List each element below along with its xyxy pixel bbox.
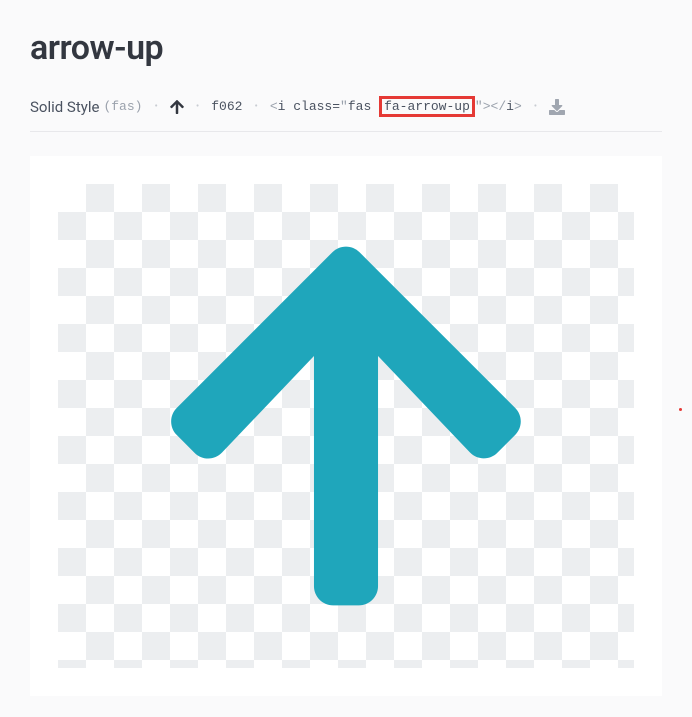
separator-dot: •	[530, 101, 541, 112]
separator-dot: •	[150, 101, 161, 112]
code-quote: "	[475, 99, 483, 114]
style-name: Solid Style	[30, 98, 99, 116]
code-class-name: fa-arrow-up	[384, 99, 470, 114]
checker-background	[58, 184, 634, 668]
separator-dot: •	[250, 101, 261, 112]
page-title: arrow-up	[30, 28, 662, 68]
code-lt: <	[270, 99, 278, 114]
highlight-class-name: fa-arrow-up	[379, 96, 475, 117]
code-end-open: </	[491, 99, 507, 114]
code-prefix: fas	[348, 99, 379, 114]
arrow-up-icon	[170, 99, 184, 115]
icon-preview-panel	[30, 156, 662, 696]
meta-row: Solid Style (fas) • • f062 • <i class="f…	[30, 96, 662, 132]
code-quote: "	[340, 99, 348, 114]
code-tag-open: i class=	[278, 99, 340, 114]
cursor-dot	[679, 408, 682, 411]
style-abbrev: (fas)	[103, 99, 142, 114]
style-label: Solid Style (fas)	[30, 98, 142, 116]
code-end-tag: i	[506, 99, 514, 114]
code-gt: >	[483, 99, 491, 114]
code-end-close: >	[514, 99, 522, 114]
arrow-up-icon-large	[166, 221, 526, 631]
code-snippet[interactable]: <i class="fas fa-arrow-up"></i>	[270, 96, 522, 117]
separator-dot: •	[192, 101, 203, 112]
download-icon[interactable]	[549, 99, 565, 115]
unicode-code: f062	[211, 99, 242, 114]
